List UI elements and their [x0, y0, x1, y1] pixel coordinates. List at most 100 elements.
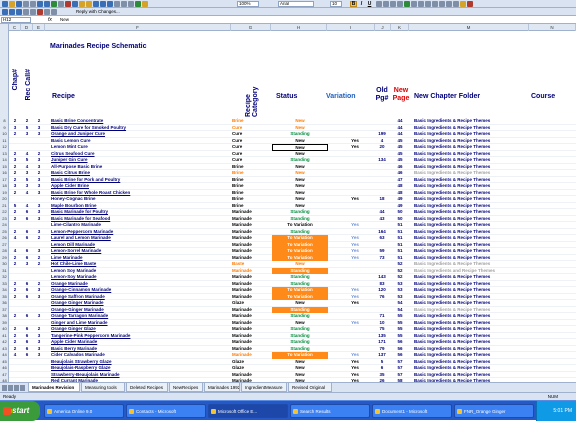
taskbar-button[interactable]: Document1 - Microsoft — [372, 404, 452, 418]
print-icon[interactable] — [37, 1, 43, 7]
insert-function-icon[interactable]: fx — [48, 17, 52, 23]
taskbar-button[interactable]: FNR_Orange Ginger — [454, 404, 534, 418]
status-bar: Ready NUM — [0, 392, 576, 400]
spelling-icon[interactable] — [51, 1, 57, 7]
sheet-title: Marinades Recipe Schematic — [50, 43, 147, 50]
track-changes-icon[interactable] — [44, 9, 50, 15]
increase-indent-icon[interactable] — [446, 1, 452, 7]
chart-wizard-icon[interactable] — [135, 1, 141, 7]
next-comment-icon[interactable] — [16, 9, 22, 15]
zoom-dropdown[interactable]: 100% — [237, 1, 259, 7]
font-color-icon[interactable] — [467, 1, 473, 7]
increase-decimal-icon[interactable] — [425, 1, 431, 7]
previous-sheet-icon[interactable] — [8, 385, 13, 391]
new-icon[interactable] — [2, 1, 8, 7]
email-icon[interactable] — [30, 1, 36, 7]
column-header[interactable]: N — [529, 24, 576, 31]
paste-icon[interactable] — [79, 1, 85, 7]
copy-icon[interactable] — [72, 1, 78, 7]
sheet-tab[interactable]: Deleted Recipes — [126, 383, 168, 392]
column-header[interactable]: G — [231, 24, 271, 31]
hyperlink-icon[interactable] — [107, 1, 113, 7]
align-center-icon[interactable] — [383, 1, 389, 7]
column-header[interactable]: D — [21, 24, 33, 31]
sheet-tab[interactable]: NewRecipes — [169, 383, 203, 392]
font-dropdown[interactable]: Arial — [278, 1, 314, 7]
show-comment-icon[interactable] — [23, 9, 29, 15]
last-sheet-icon[interactable] — [20, 385, 25, 391]
start-button[interactable]: start — [0, 401, 40, 421]
standard-toolbar: 100% Arial 10 B I U — [0, 0, 576, 8]
taskbar-button-label: FNR_Orange Ginger — [464, 409, 506, 414]
cut-icon[interactable] — [65, 1, 71, 7]
sheet-tabs-bar: Marinades Revision Measuring tools Deleted… — [0, 382, 576, 392]
decrease-indent-icon[interactable] — [439, 1, 445, 7]
save-icon[interactable] — [16, 1, 22, 7]
taskbar-button[interactable]: America Online 9.0 — [44, 404, 124, 418]
percent-icon[interactable] — [411, 1, 417, 7]
sheet-tab[interactable]: Revised Original — [288, 383, 332, 392]
column-header[interactable]: F — [45, 24, 231, 31]
delete-comment-icon[interactable] — [37, 9, 43, 15]
open-icon[interactable] — [9, 1, 15, 7]
app-icon — [211, 409, 216, 414]
decrease-decimal-icon[interactable] — [432, 1, 438, 7]
taskbar-button[interactable]: Microsoft Office E... — [208, 404, 288, 418]
previous-comment-icon[interactable] — [9, 9, 15, 15]
comma-style-icon[interactable] — [418, 1, 424, 7]
research-icon[interactable] — [58, 1, 64, 7]
next-sheet-icon[interactable] — [14, 385, 19, 391]
rec-call-header: Rec Call# — [25, 69, 32, 101]
undo-icon[interactable] — [93, 1, 99, 7]
recipe-header: Recipe — [52, 93, 75, 100]
borders-icon[interactable] — [453, 1, 459, 7]
system-tray: 5:01 PM — [536, 401, 576, 421]
column-header[interactable]: K — [391, 24, 409, 31]
reviewing-toolbar: Reply with Changes... — [0, 8, 576, 16]
drawing-icon[interactable] — [142, 1, 148, 7]
column-header[interactable]: I — [327, 24, 375, 31]
format-painter-icon[interactable] — [86, 1, 92, 7]
app-icon — [375, 409, 380, 414]
new-chapter-folder-header: New Chapter Folder — [414, 93, 481, 100]
currency-icon[interactable] — [404, 1, 410, 7]
protect-sheet-icon[interactable] — [51, 9, 57, 15]
redo-icon[interactable] — [100, 1, 106, 7]
align-right-icon[interactable] — [390, 1, 396, 7]
sheet-tab[interactable]: Measuring tools — [81, 383, 125, 392]
bold-button[interactable]: B — [350, 1, 357, 7]
cell-grid[interactable]: Marinades Recipe Schematic Chap# Rec Cal… — [9, 31, 576, 382]
column-header[interactable]: C — [9, 24, 21, 31]
column-header[interactable]: H — [271, 24, 327, 31]
status-header: Status — [276, 93, 298, 100]
italic-button[interactable]: I — [358, 1, 365, 7]
fill-color-icon[interactable] — [460, 1, 466, 7]
sort-descending-icon[interactable] — [128, 1, 134, 7]
comment-icon[interactable] — [2, 9, 8, 15]
taskbar-button[interactable]: Contacts - Microsoft — [126, 404, 206, 418]
column-header[interactable]: M — [409, 24, 529, 31]
permission-icon[interactable] — [23, 1, 29, 7]
underline-button[interactable]: U — [366, 1, 373, 7]
print-preview-icon[interactable] — [44, 1, 50, 7]
first-sheet-icon[interactable] — [2, 385, 7, 391]
formula-content[interactable]: New — [60, 17, 69, 23]
column-header[interactable]: J — [375, 24, 391, 31]
font-size-dropdown[interactable]: 10 — [330, 1, 342, 7]
formula-bar: H12 fx New — [0, 16, 576, 24]
sheet-tab[interactable]: Marinades Revision — [28, 383, 80, 392]
show-all-comments-icon[interactable] — [30, 9, 36, 15]
column-header[interactable]: E — [33, 24, 45, 31]
chap-header: Chap# — [12, 69, 19, 91]
select-all-corner[interactable] — [0, 24, 9, 31]
autosum-icon[interactable] — [114, 1, 120, 7]
sort-ascending-icon[interactable] — [121, 1, 127, 7]
taskbar-button[interactable]: Search Results — [290, 404, 370, 418]
align-left-icon[interactable] — [376, 1, 382, 7]
name-box[interactable]: H12 — [1, 17, 31, 23]
sheet-tab[interactable]: Marinades 1992 — [204, 383, 240, 392]
variation-header: Variation — [326, 93, 356, 100]
merge-center-icon[interactable] — [397, 1, 403, 7]
reply-with-changes-button[interactable]: Reply with Changes... — [76, 9, 120, 15]
sheet-tab[interactable]: IngredientMeasure — [241, 383, 287, 392]
